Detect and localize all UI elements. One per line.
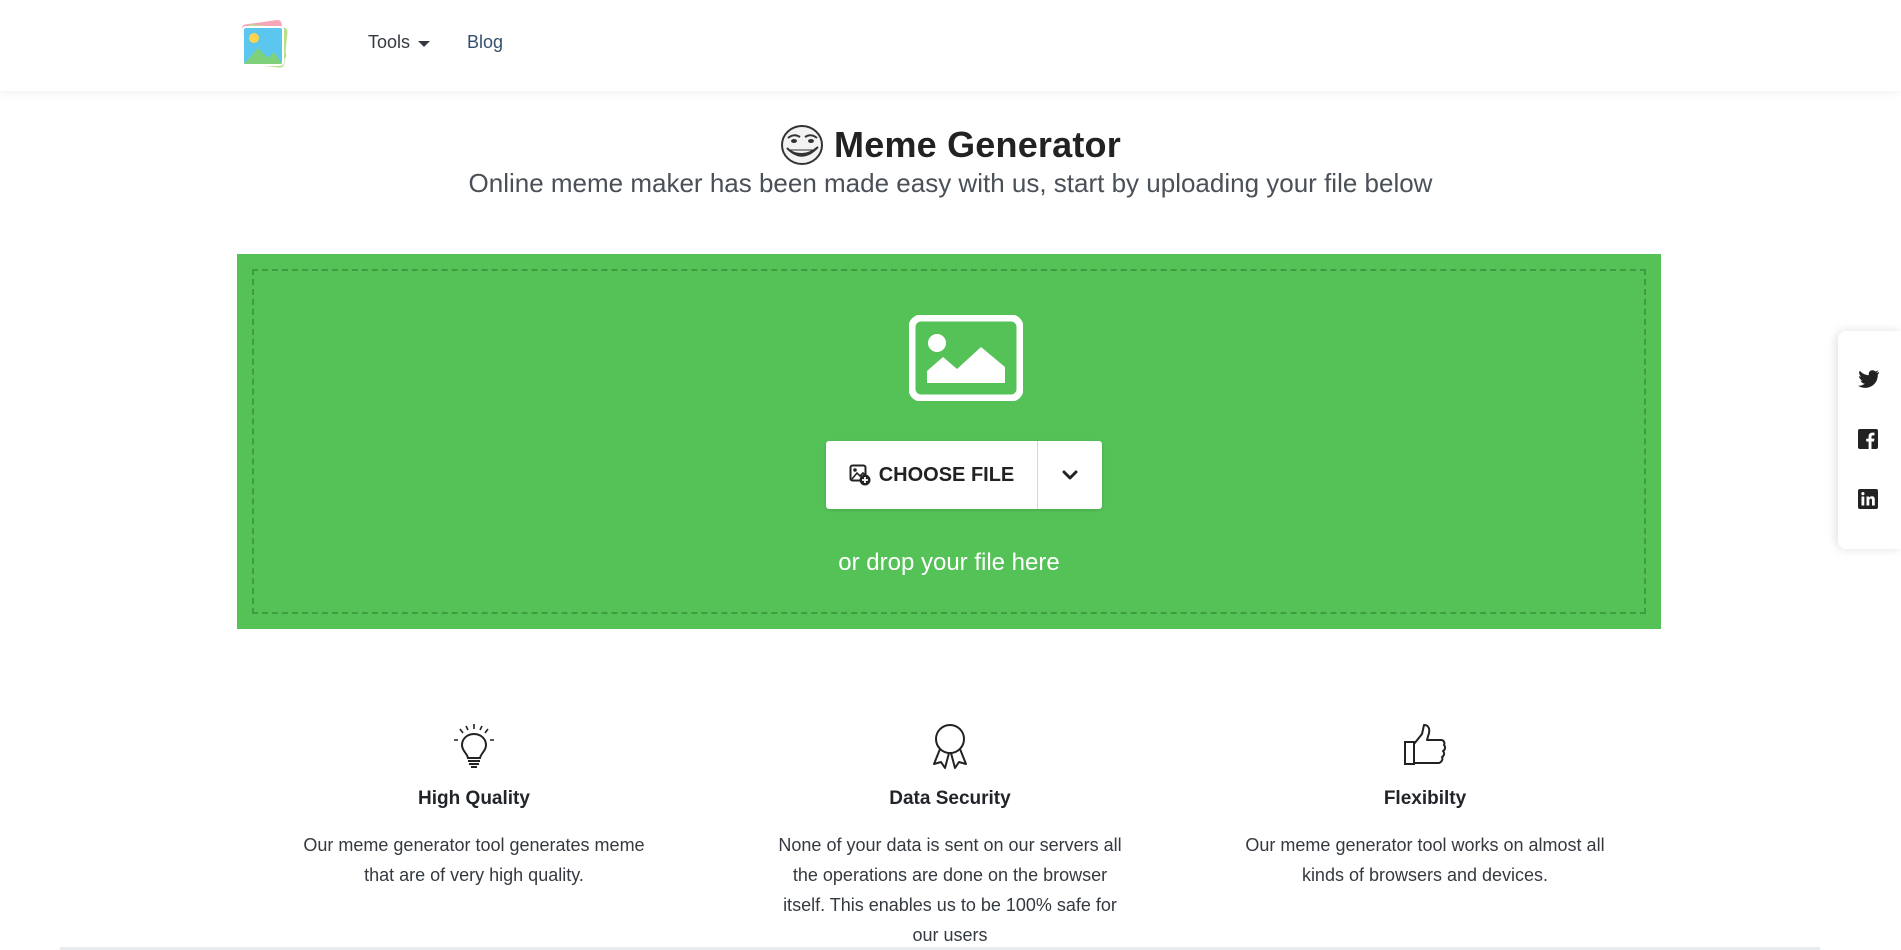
caret-down-icon bbox=[418, 40, 431, 47]
nav-tools-dropdown[interactable]: Tools bbox=[368, 32, 431, 53]
nav-tools-label: Tools bbox=[368, 32, 411, 52]
facebook-icon bbox=[1858, 429, 1878, 449]
feature-high-quality: High Quality Our meme generator tool gen… bbox=[264, 722, 684, 890]
feature-description: Our meme generator tool works on almost … bbox=[1245, 835, 1605, 885]
drop-hint-text: or drop your file here bbox=[838, 549, 1060, 576]
logo-image-icon bbox=[241, 19, 288, 68]
top-navbar: Tools Blog bbox=[0, 0, 1901, 91]
award-ribbon-icon bbox=[933, 724, 967, 769]
feature-title: High Quality bbox=[418, 788, 530, 809]
feature-data-security: Data Security None of your data is sent … bbox=[740, 722, 1160, 950]
twitter-share-button[interactable] bbox=[1858, 369, 1882, 393]
page-title: Meme Generator bbox=[834, 124, 1121, 165]
upload-source-dropdown-button[interactable] bbox=[1038, 441, 1102, 509]
image-placeholder-icon bbox=[909, 315, 1023, 401]
facebook-share-button[interactable] bbox=[1858, 429, 1882, 453]
nav-blog-link[interactable]: Blog bbox=[467, 32, 503, 53]
file-drop-zone[interactable]: CHOOSE FILE or drop your file here bbox=[237, 254, 1661, 629]
page-subtitle: Online meme maker has been made easy wit… bbox=[468, 168, 1433, 198]
chevron-down-icon bbox=[1062, 470, 1078, 480]
feature-title: Data Security bbox=[889, 788, 1011, 809]
site-logo[interactable] bbox=[238, 19, 290, 70]
choose-file-button-group: CHOOSE FILE bbox=[826, 441, 1102, 509]
linkedin-icon bbox=[1858, 489, 1878, 509]
drop-zone-dashed-border: CHOOSE FILE or drop your file here bbox=[252, 269, 1646, 614]
choose-file-button[interactable]: CHOOSE FILE bbox=[826, 441, 1038, 509]
twitter-icon bbox=[1858, 370, 1880, 388]
social-share-panel bbox=[1838, 331, 1901, 549]
page-heading: Meme Generator bbox=[0, 124, 1901, 166]
add-image-icon bbox=[849, 464, 871, 486]
choose-file-label: CHOOSE FILE bbox=[878, 463, 1015, 486]
lightbulb-icon bbox=[454, 724, 494, 768]
linkedin-share-button[interactable] bbox=[1858, 489, 1882, 513]
feature-description: None of your data is sent on our servers… bbox=[778, 835, 1122, 945]
thumbs-up-icon bbox=[1404, 724, 1447, 765]
feature-flexibility: Flexibilty Our meme generator tool works… bbox=[1215, 722, 1635, 890]
troll-face-icon bbox=[781, 125, 824, 165]
feature-title: Flexibilty bbox=[1383, 788, 1467, 809]
feature-description: Our meme generator tool generates meme t… bbox=[303, 835, 645, 885]
